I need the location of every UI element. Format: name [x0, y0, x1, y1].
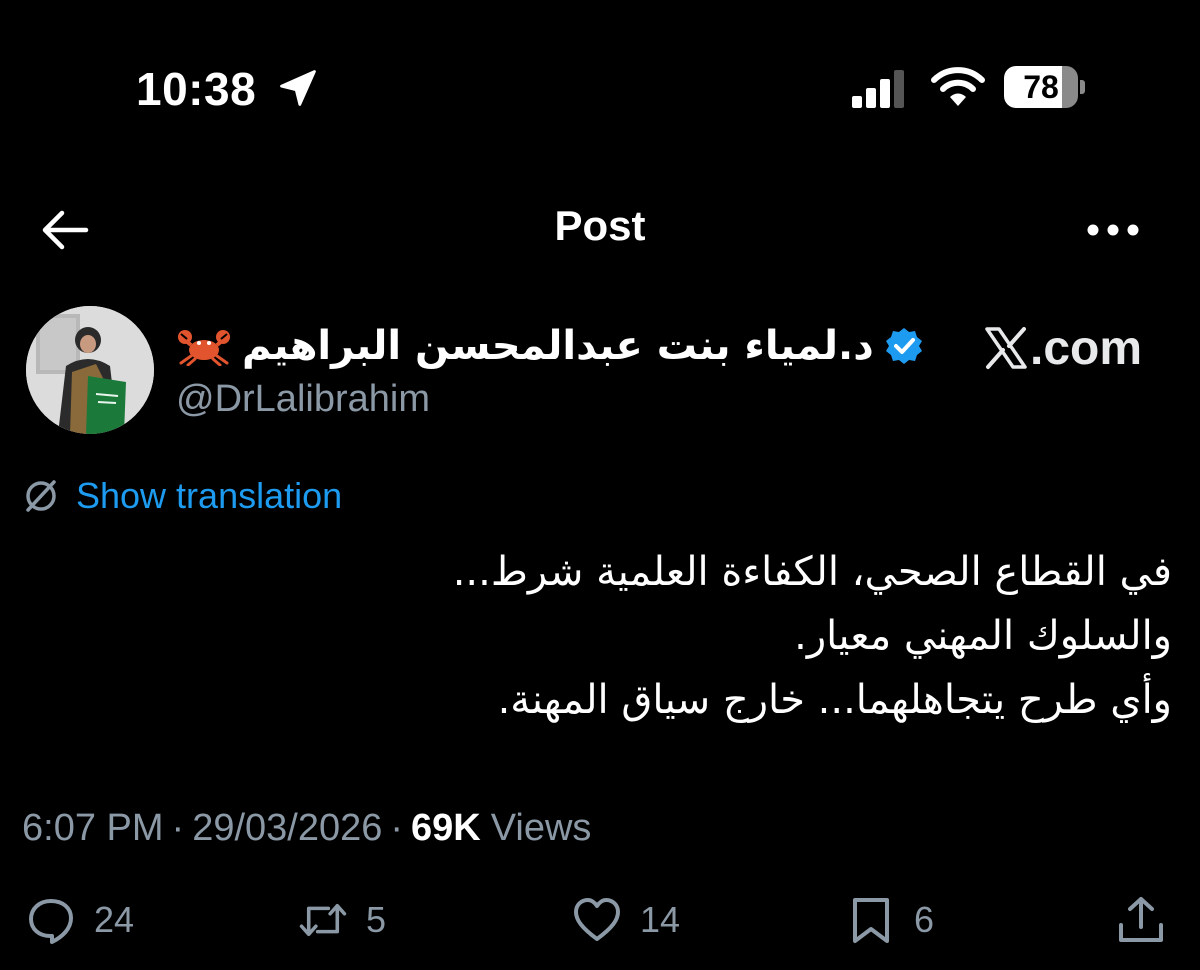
post-time: 6:07 PM	[22, 806, 164, 849]
bookmark-count: 6	[914, 899, 935, 940]
reply-count: 24	[94, 899, 135, 940]
repost-icon	[299, 903, 347, 937]
avatar-photo	[26, 306, 154, 434]
bookmark-icon	[853, 898, 889, 943]
post-date: 29/03/2026	[192, 806, 383, 849]
post-text-line: في القطاع الصحي، الكفاءة العلمية شرط...	[452, 549, 1172, 595]
location-arrow-icon	[280, 70, 316, 106]
x-com-watermark: .com	[984, 318, 1142, 378]
like-button[interactable]: 14	[572, 894, 680, 946]
bookmark-button[interactable]: 6	[846, 894, 934, 946]
post-text: في القطاع الصحي، الكفاءة العلمية شرط... …	[72, 540, 1172, 732]
author-name-row[interactable]: د.لمياء بنت عبدالمحسن البراهيم	[176, 316, 924, 376]
repost-count: 5	[366, 899, 387, 940]
cellular-signal-icon	[852, 70, 904, 108]
reply-icon	[29, 899, 73, 944]
reply-button[interactable]: 24	[26, 894, 134, 946]
meta-separator: ·	[171, 806, 185, 849]
post-action-bar: 24 5 14 6	[0, 880, 1200, 960]
watermark-text: .com	[1030, 321, 1143, 375]
top-nav-bar: Post	[0, 190, 1200, 270]
post-text-line: وأي طرح يتجاهلهما... خارج سياق المهنة.	[497, 677, 1172, 723]
share-button[interactable]	[1116, 894, 1166, 946]
repost-button[interactable]: 5	[298, 894, 386, 946]
verified-badge-icon	[885, 328, 922, 364]
like-count: 14	[640, 899, 681, 940]
more-options-icon[interactable]	[1084, 212, 1142, 248]
author-handle[interactable]: @DrLalibrahim	[176, 378, 430, 421]
crab-icon	[178, 330, 230, 366]
post-text-line: والسلوك المهني معيار.	[794, 613, 1172, 659]
views-label: Views	[490, 806, 592, 849]
battery-indicator: 78	[1004, 66, 1085, 108]
page-title: Post	[554, 202, 646, 249]
wifi-icon	[931, 67, 985, 106]
status-bar: 10:38 78	[0, 0, 1200, 180]
heart-icon	[574, 898, 620, 941]
meta-separator: ·	[390, 806, 404, 849]
post-metadata: 6:07 PM · 29/03/2026 · 69K Views	[22, 800, 591, 856]
author-display-name: د.لمياء بنت عبدالمحسن البراهيم	[242, 323, 874, 369]
status-time: 10:38	[136, 63, 257, 115]
battery-level: 78	[1023, 69, 1059, 105]
show-translation-link[interactable]: Show translation	[22, 470, 342, 522]
views-count[interactable]: 69K	[411, 807, 481, 850]
x-logo-icon	[985, 327, 1027, 369]
show-translation-label: Show translation	[76, 475, 343, 516]
translate-slash-icon	[26, 480, 56, 512]
share-icon	[1119, 897, 1163, 942]
author-avatar[interactable]	[26, 306, 154, 434]
